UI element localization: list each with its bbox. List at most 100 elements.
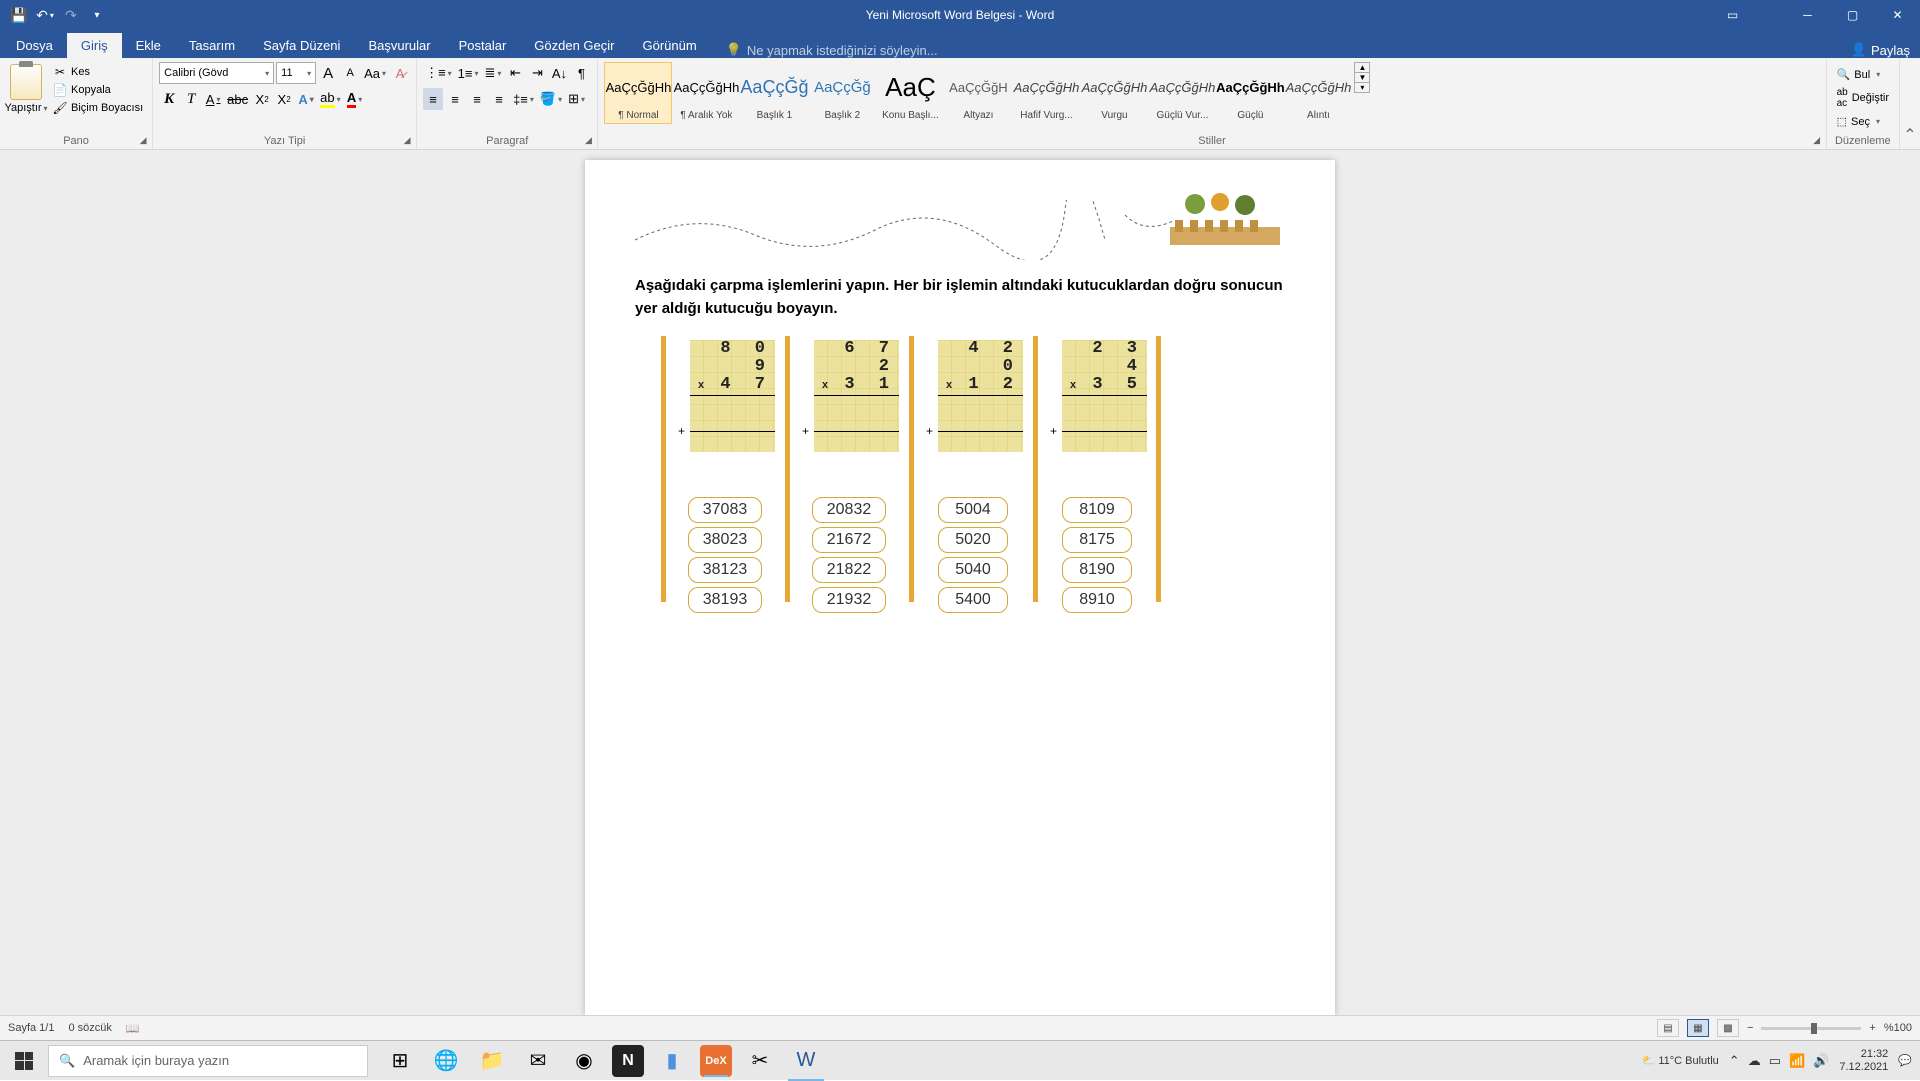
word-count[interactable]: 0 sözcük xyxy=(68,1022,111,1035)
tab-insert[interactable]: Ekle xyxy=(122,33,175,58)
borders-button[interactable]: ⊞▾ xyxy=(566,88,587,110)
strikethrough-button[interactable]: abc xyxy=(225,88,250,110)
wifi-icon[interactable]: 📶 xyxy=(1789,1053,1805,1069)
shrink-font-button[interactable]: A xyxy=(340,62,360,84)
task-view-icon[interactable]: ⊞ xyxy=(378,1041,422,1081)
sort-button[interactable]: A↓ xyxy=(549,62,569,84)
show-marks-button[interactable]: ¶ xyxy=(571,62,591,84)
style-item[interactable]: AaÇçĞğHhGüçlü Vur... xyxy=(1148,62,1216,124)
mail-icon[interactable]: ✉ xyxy=(516,1041,560,1081)
font-name-combo[interactable]: Calibri (Gövd▾ xyxy=(159,62,274,84)
paste-button[interactable]: Yapıştır▾ xyxy=(6,62,46,114)
app-icon[interactable]: ▮ xyxy=(650,1041,694,1081)
close-button[interactable]: ✕ xyxy=(1875,0,1920,30)
collapse-ribbon-icon[interactable]: ⌃ xyxy=(1900,58,1920,149)
tab-references[interactable]: Başvurular xyxy=(354,33,444,58)
gallery-more-icon[interactable]: ▾ xyxy=(1355,83,1369,92)
word-icon[interactable]: W xyxy=(784,1041,828,1081)
clipboard-launcher-icon[interactable]: ◢ xyxy=(136,133,150,147)
decrease-indent-button[interactable]: ⇤ xyxy=(505,62,525,84)
tab-review[interactable]: Gözden Geçir xyxy=(520,33,628,58)
highlight-button[interactable]: ab▾ xyxy=(318,88,342,110)
italic-button[interactable]: T xyxy=(181,88,201,110)
cut-button[interactable]: ✂Kes xyxy=(50,64,146,80)
page-indicator[interactable]: Sayfa 1/1 xyxy=(8,1022,54,1035)
clear-format-button[interactable]: A̷ xyxy=(390,62,410,84)
print-layout-button[interactable]: ▦ xyxy=(1687,1019,1709,1037)
align-right-button[interactable]: ≡ xyxy=(467,88,487,110)
font-color-button[interactable]: A▾ xyxy=(345,88,365,110)
styles-launcher-icon[interactable]: ◢ xyxy=(1810,133,1824,147)
ribbon-display-icon[interactable]: ▭ xyxy=(1710,0,1755,30)
find-button[interactable]: 🔍Bul▾ xyxy=(1833,66,1885,83)
gallery-up-icon[interactable]: ▲ xyxy=(1355,63,1369,73)
spellcheck-icon[interactable]: 📖 xyxy=(126,1022,140,1035)
font-launcher-icon[interactable]: ◢ xyxy=(400,133,414,147)
line-spacing-button[interactable]: ‡≡▾ xyxy=(511,88,536,110)
tab-file[interactable]: Dosya xyxy=(2,33,67,58)
style-item[interactable]: AaÇçĞğHhHafif Vurg... xyxy=(1012,62,1080,124)
taskbar-search[interactable]: 🔍 Aramak için buraya yazın xyxy=(48,1045,368,1077)
maximize-button[interactable]: ▢ xyxy=(1830,0,1875,30)
increase-indent-button[interactable]: ⇥ xyxy=(527,62,547,84)
grow-font-button[interactable]: A xyxy=(318,62,338,84)
style-item[interactable]: AaÇçĞğHhGüçlü xyxy=(1216,62,1284,124)
clock[interactable]: 21:32 7.12.2021 xyxy=(1839,1048,1888,1074)
format-painter-button[interactable]: 🖌Biçim Boyacısı xyxy=(50,100,146,116)
style-item[interactable]: AaÇçĞğHhVurgu xyxy=(1080,62,1148,124)
onedrive-icon[interactable]: ☁ xyxy=(1748,1053,1761,1069)
numbering-button[interactable]: 1≡▾ xyxy=(456,62,481,84)
copy-button[interactable]: 📄Kopyala xyxy=(50,82,146,98)
replace-button[interactable]: abacDeğiştir xyxy=(1833,85,1893,111)
style-item[interactable]: AaÇçĞğHh¶ Aralık Yok xyxy=(672,62,740,124)
save-icon[interactable]: 💾 xyxy=(10,6,28,24)
zoom-slider[interactable] xyxy=(1761,1027,1861,1030)
style-item[interactable]: AaÇKonu Başlı... xyxy=(876,62,944,124)
tray-expand-icon[interactable]: ⌃ xyxy=(1729,1053,1740,1069)
share-button[interactable]: 👤Paylaş xyxy=(1851,42,1910,58)
font-size-combo[interactable]: 11▾ xyxy=(276,62,316,84)
multilevel-button[interactable]: ≣▾ xyxy=(483,62,504,84)
undo-icon[interactable]: ↶▾ xyxy=(36,6,54,24)
justify-button[interactable]: ≡ xyxy=(489,88,509,110)
volume-icon[interactable]: 🔊 xyxy=(1813,1053,1829,1069)
style-item[interactable]: AaÇçĞğBaşlık 2 xyxy=(808,62,876,124)
styles-gallery[interactable]: AaÇçĞğHh¶ NormalAaÇçĞğHh¶ Aralık YokAaÇç… xyxy=(604,62,1352,130)
bullets-button[interactable]: ⋮≡▾ xyxy=(423,62,454,84)
zoom-in-button[interactable]: + xyxy=(1869,1022,1875,1034)
style-item[interactable]: AaÇçĞğHAltyazı xyxy=(944,62,1012,124)
redo-icon[interactable]: ↷ xyxy=(62,6,80,24)
bold-button[interactable]: K xyxy=(159,88,179,110)
change-case-button[interactable]: Aa▾ xyxy=(362,62,388,84)
align-left-button[interactable]: ≡ xyxy=(423,88,443,110)
tab-home[interactable]: Giriş xyxy=(67,33,122,58)
document-area[interactable]: Aşağıdaki çarpma işlemlerini yapın. Her … xyxy=(0,150,1920,1015)
tell-me-search[interactable]: 💡Ne yapmak istediğinizi söyleyin... xyxy=(726,42,938,58)
subscript-button[interactable]: X2 xyxy=(252,88,272,110)
paragraph-launcher-icon[interactable]: ◢ xyxy=(581,133,595,147)
superscript-button[interactable]: X2 xyxy=(274,88,294,110)
notion-icon[interactable]: N xyxy=(612,1045,644,1077)
web-layout-button[interactable]: ▩ xyxy=(1717,1019,1739,1037)
battery-icon[interactable]: ▭ xyxy=(1769,1053,1781,1069)
dex-icon[interactable]: DeX xyxy=(700,1045,732,1077)
style-item[interactable]: AaÇçĞğHhAlıntı xyxy=(1284,62,1352,124)
tab-design[interactable]: Tasarım xyxy=(175,33,249,58)
minimize-button[interactable]: ─ xyxy=(1785,0,1830,30)
underline-button[interactable]: A▾ xyxy=(203,88,223,110)
zoom-level[interactable]: %100 xyxy=(1884,1022,1912,1034)
align-center-button[interactable]: ≡ xyxy=(445,88,465,110)
gallery-scroll[interactable]: ▲ ▼ ▾ xyxy=(1354,62,1370,93)
zoom-out-button[interactable]: − xyxy=(1747,1022,1753,1034)
tab-layout[interactable]: Sayfa Düzeni xyxy=(249,33,354,58)
tab-view[interactable]: Görünüm xyxy=(628,33,710,58)
tab-mailings[interactable]: Postalar xyxy=(445,33,521,58)
shading-button[interactable]: 🪣▾ xyxy=(538,88,564,110)
explorer-icon[interactable]: 📁 xyxy=(470,1041,514,1081)
chrome-icon[interactable]: ◉ xyxy=(562,1041,606,1081)
start-button[interactable] xyxy=(0,1041,48,1081)
select-button[interactable]: ⬚Seç▾ xyxy=(1833,113,1884,130)
read-mode-button[interactable]: ▤ xyxy=(1657,1019,1679,1037)
style-item[interactable]: AaÇçĞğBaşlık 1 xyxy=(740,62,808,124)
snip-icon[interactable]: ✂ xyxy=(738,1041,782,1081)
